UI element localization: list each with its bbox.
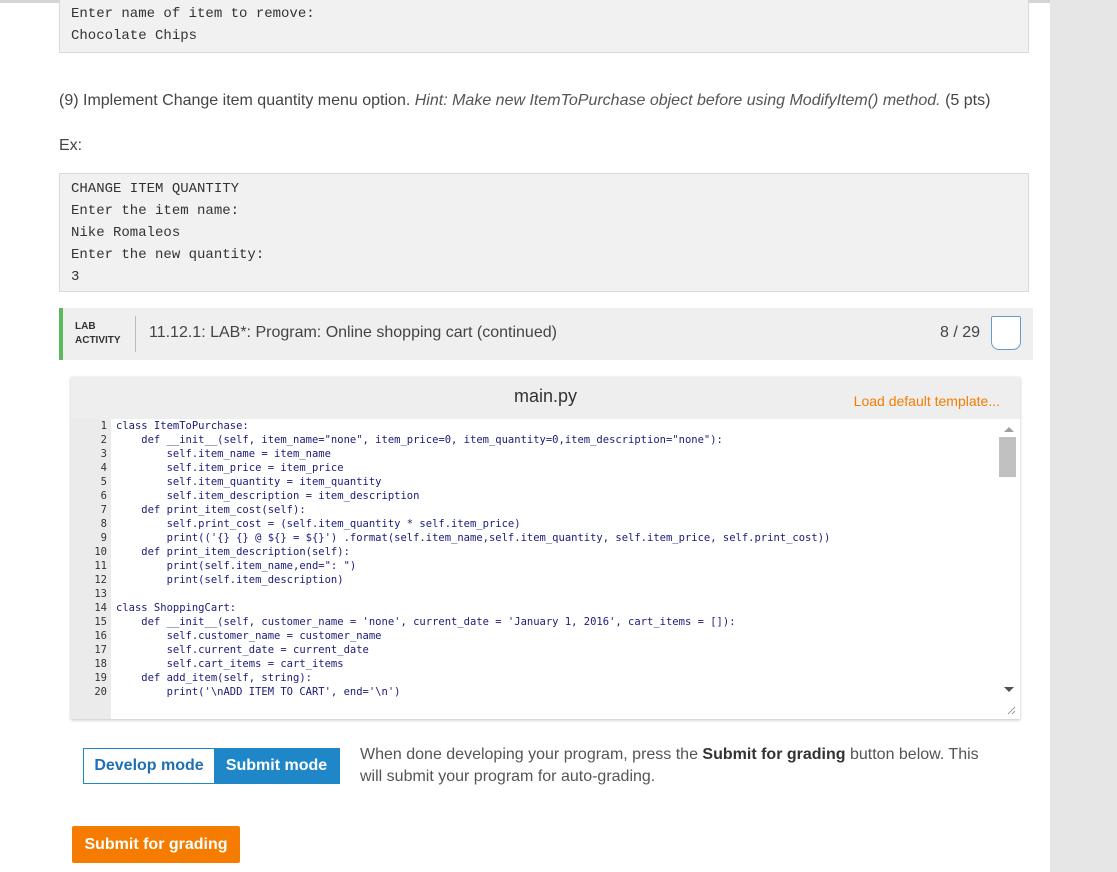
code-text: print(self.item_name,end=": ") [116, 560, 357, 572]
step9-points: (5 pts) [940, 92, 991, 109]
code-line: 2 def __init__(self, item_name="none", i… [71, 433, 723, 447]
line-number: 4 [100, 462, 107, 474]
code-text-area[interactable]: 1 class ItemToPurchase: 2 def __init__(sel… [71, 419, 1020, 719]
code-text: self.current_date = current_date [116, 644, 369, 656]
lab-activity-header: LAB ACTIVITY 11.12.1: LAB*: Program: Onl… [59, 308, 1033, 360]
code-text: print(self.item_description) [116, 574, 344, 586]
submit-help-text: When done developing your program, press… [360, 744, 1000, 788]
code-text: self.print_cost = (self.item_quantity * … [116, 518, 521, 530]
code-line: 9 print(('{} {} @ ${} = ${}') .format(se… [71, 531, 831, 545]
remove-item-example-box: Enter name of item to remove: Chocolate … [59, 0, 1029, 53]
editor-scrollbar[interactable] [998, 419, 1020, 719]
lab-score: 8 / 29 [939, 324, 980, 341]
lab-title: 11.12.1: LAB*: Program: Online shopping … [149, 324, 557, 341]
code-line: 5 self.item_quantity = item_quantity [71, 475, 382, 489]
code-text: self.item_price = item_price [116, 462, 344, 474]
lab-activity-tag: LAB ACTIVITY [75, 320, 121, 348]
help-part1: When done developing your program, press… [360, 746, 703, 763]
scroll-up-arrow-icon[interactable] [1004, 427, 1014, 432]
code-text: self.item_quantity = item_quantity [116, 476, 382, 488]
code-line: 12 print(self.item_description) [71, 573, 344, 587]
develop-mode-button[interactable]: Develop mode [84, 749, 214, 783]
code-line: 4 self.item_price = item_price [71, 461, 344, 475]
code-line: 6 self.item_description = item_descripti… [71, 489, 420, 503]
line-number: 15 [94, 616, 107, 628]
code-editor: main.py Load default template... 1 class … [71, 377, 1020, 719]
code-line: 17 self.current_date = current_date [71, 643, 369, 657]
code-line: 13 [71, 587, 116, 601]
code-text: class ShoppingCart: [116, 602, 237, 614]
scroll-down-arrow-icon[interactable] [1004, 687, 1014, 692]
code-line: 7 def print_item_cost(self): [71, 503, 306, 517]
editor-toolbar: main.py Load default template... [71, 377, 1020, 419]
score-badge-icon [991, 316, 1021, 350]
code-line: 18 self.cart_items = cart_items [71, 657, 344, 671]
line-number: 14 [94, 602, 107, 614]
lab-tag-line2: ACTIVITY [75, 335, 121, 346]
line-number: 6 [100, 490, 107, 502]
lab-header-separator [135, 316, 136, 352]
line-number: 8 [100, 518, 107, 530]
page-scrollbar-track[interactable] [1050, 0, 1117, 872]
resize-grip-icon[interactable] [1006, 705, 1016, 715]
line-number: 12 [94, 574, 107, 586]
help-bold: Submit for grading [702, 746, 846, 763]
step9-instruction: (9) Implement Change item quantity menu … [59, 92, 990, 110]
lab-accent-bar [59, 308, 63, 360]
step9-text: (9) Implement Change item quantity menu … [59, 92, 415, 109]
code-text: print('\nADD ITEM TO CART', end='\n') [116, 686, 401, 698]
line-number: 20 [94, 686, 107, 698]
line-number: 9 [100, 532, 107, 544]
code-line: 20 print('\nADD ITEM TO CART', end='\n') [71, 685, 400, 699]
example-line: 3 [71, 269, 80, 285]
line-number: 5 [100, 476, 107, 488]
code-text: self.customer_name = customer_name [116, 630, 382, 642]
submit-for-grading-button[interactable]: Submit for grading [72, 826, 240, 863]
code-text: print(('{} {} @ ${} = ${}') .format(self… [116, 532, 831, 544]
code-line: 15 def __init__(self, customer_name = 'n… [71, 615, 736, 629]
code-line: 1 class ItemToPurchase: [71, 419, 249, 433]
example-line: Nike Romaleos [71, 225, 181, 241]
scrollbar-thumb[interactable] [999, 437, 1016, 477]
example-line: Enter the item name: [71, 203, 240, 219]
line-number: 11 [94, 560, 107, 572]
code-text: def print_item_description(self): [116, 546, 350, 558]
code-line: 14 class ShoppingCart: [71, 601, 236, 615]
code-line: 3 self.item_name = item_name [71, 447, 331, 461]
code-text: def __init__(self, customer_name = 'none… [116, 616, 736, 628]
code-text: self.cart_items = cart_items [116, 658, 344, 670]
example-line: CHANGE ITEM QUANTITY [71, 181, 240, 197]
code-line: 19 def add_item(self, string): [71, 671, 312, 685]
code-line: 10 def print_item_description(self): [71, 545, 350, 559]
code-text: self.item_description = item_description [116, 490, 420, 502]
line-number: 17 [94, 644, 107, 656]
line-number: 1 [100, 420, 107, 432]
lab-tag-line1: LAB [75, 321, 96, 332]
change-quantity-example-box: CHANGE ITEM QUANTITY Enter the item name… [59, 173, 1029, 292]
example-line: Chocolate Chips [71, 28, 198, 44]
line-number: 2 [100, 434, 107, 446]
line-number: 19 [94, 672, 107, 684]
line-number: 16 [94, 630, 107, 642]
line-number: 13 [94, 588, 107, 600]
example-line: Enter the new quantity: [71, 247, 265, 263]
code-text: def print_item_cost(self): [116, 504, 306, 516]
code-line: 16 self.customer_name = customer_name [71, 629, 382, 643]
code-text: def add_item(self, string): [116, 672, 312, 684]
code-line: 11 print(self.item_name,end=": ") [71, 559, 356, 573]
code-line: 8 self.print_cost = (self.item_quantity … [71, 517, 521, 531]
example-line: Enter name of item to remove: [71, 6, 315, 22]
line-number: 10 [94, 546, 107, 558]
code-text: class ItemToPurchase: [116, 420, 249, 432]
submit-mode-button[interactable]: Submit mode [214, 749, 339, 783]
mode-toggle: Develop mode Submit mode [83, 748, 340, 784]
line-number: 18 [94, 658, 107, 670]
load-default-template-link[interactable]: Load default template... [854, 393, 1000, 409]
code-text: def __init__(self, item_name="none", ite… [116, 434, 723, 446]
example-label: Ex: [59, 137, 83, 154]
code-text: self.item_name = item_name [116, 448, 331, 460]
line-number: 7 [100, 504, 107, 516]
line-number: 3 [100, 448, 107, 460]
step9-hint: Hint: Make new ItemToPurchase object bef… [414, 92, 941, 109]
